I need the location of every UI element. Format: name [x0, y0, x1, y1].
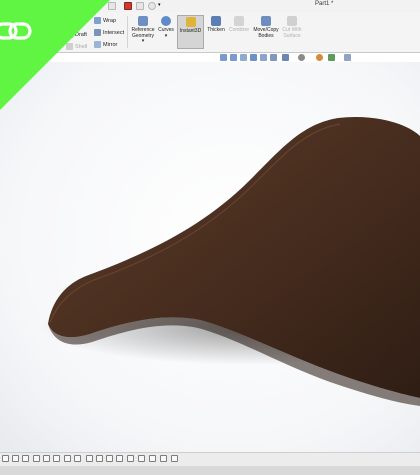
smart-dimension-icon[interactable] — [171, 455, 178, 462]
line-tool-icon[interactable] — [43, 455, 50, 462]
graphics-viewport[interactable] — [0, 62, 420, 452]
view-settings-icon[interactable] — [344, 54, 351, 61]
link-chain-logo-icon — [0, 22, 32, 40]
shell-icon — [66, 43, 73, 50]
wrap-label: Wrap — [103, 17, 117, 24]
dynamic-annotation-icon[interactable] — [260, 54, 267, 61]
layout-icon[interactable] — [12, 455, 19, 462]
cut-with-surface-icon — [287, 16, 297, 26]
circle-tool-icon[interactable] — [64, 455, 71, 462]
move-copy-bodies-label: Move/Copy Bodies — [253, 27, 279, 39]
curves-button[interactable]: Curves ▾ — [156, 15, 176, 49]
model-tab-icon[interactable] — [2, 455, 9, 462]
cut-with-surface-button[interactable]: Cut With Surface — [281, 15, 303, 49]
move-copy-bodies-button[interactable]: Move/Copy Bodies — [251, 15, 281, 49]
window-title: Part1 * — [315, 1, 334, 7]
thicken-button[interactable]: Thicken — [205, 15, 227, 49]
hide-show-items-icon[interactable] — [298, 54, 305, 61]
reference-geometry-dropdown-icon[interactable]: ▾ — [130, 38, 156, 45]
trim-tool-icon[interactable] — [106, 455, 113, 462]
reference-geometry-label: Reference Geometry — [131, 27, 155, 39]
intersect-button[interactable]: Intersect — [94, 29, 124, 36]
combine-label: Combine — [228, 27, 249, 33]
reference-geometry-icon — [138, 16, 148, 26]
apply-scene-icon[interactable] — [328, 54, 335, 61]
curves-dropdown-icon[interactable]: ▾ — [156, 33, 176, 40]
reference-geometry-button[interactable]: Reference Geometry ▾ — [130, 15, 156, 49]
curves-icon — [161, 16, 171, 26]
instant3d-label: Instant3D — [179, 28, 202, 34]
motion-study-icon[interactable] — [22, 455, 29, 462]
exit-sketch-icon[interactable] — [160, 455, 167, 462]
move-entities-icon[interactable] — [149, 455, 156, 462]
options-dropdown-icon[interactable]: ▾ — [158, 2, 163, 10]
rectangle-tool-icon[interactable] — [74, 455, 81, 462]
offset-tool-icon[interactable] — [116, 455, 123, 462]
mirror-button[interactable]: Mirror — [94, 41, 117, 48]
intersect-icon — [94, 29, 101, 36]
thicken-icon — [211, 16, 221, 26]
mirror-entities-icon[interactable] — [127, 455, 134, 462]
thicken-label: Thicken — [207, 27, 225, 33]
mirror-icon — [94, 41, 101, 48]
wrap-icon — [94, 17, 101, 24]
previous-view-icon[interactable] — [240, 54, 247, 61]
dimension-tool-icon[interactable] — [86, 455, 93, 462]
relations-tool-icon[interactable] — [96, 455, 103, 462]
file-properties-icon[interactable] — [136, 2, 144, 10]
pattern-tool-icon[interactable] — [138, 455, 145, 462]
zoom-to-area-icon[interactable] — [230, 54, 237, 61]
zoom-to-fit-icon[interactable] — [220, 54, 227, 61]
combine-icon — [234, 16, 244, 26]
wrap-button[interactable]: Wrap — [94, 17, 116, 24]
instant3d-icon — [185, 17, 196, 27]
arc-tool-icon[interactable] — [53, 455, 60, 462]
shell-button[interactable]: Shell — [66, 43, 87, 50]
options-gear-icon[interactable] — [148, 2, 156, 10]
rebuild-icon[interactable] — [124, 2, 132, 10]
combine-button[interactable]: Combine — [227, 15, 251, 49]
cut-with-surface-label: Cut With Surface — [282, 27, 302, 39]
ribbon-separator — [127, 16, 128, 48]
sketch-tool-icon[interactable] — [33, 455, 40, 462]
bottom-toolbar — [0, 452, 420, 467]
intersect-label: Intersect — [103, 29, 125, 36]
section-view-icon[interactable] — [250, 54, 257, 61]
instant3d-button[interactable]: Instant3D — [177, 15, 204, 49]
move-copy-bodies-icon — [261, 16, 271, 26]
shell-label: Shell — [75, 43, 88, 50]
edit-appearance-icon[interactable] — [316, 54, 323, 61]
view-orientation-icon[interactable] — [270, 54, 277, 61]
display-style-icon[interactable] — [282, 54, 289, 61]
mirror-label: Mirror — [103, 41, 118, 48]
quick-access-dropdown[interactable] — [108, 2, 116, 10]
status-bar — [0, 466, 420, 475]
